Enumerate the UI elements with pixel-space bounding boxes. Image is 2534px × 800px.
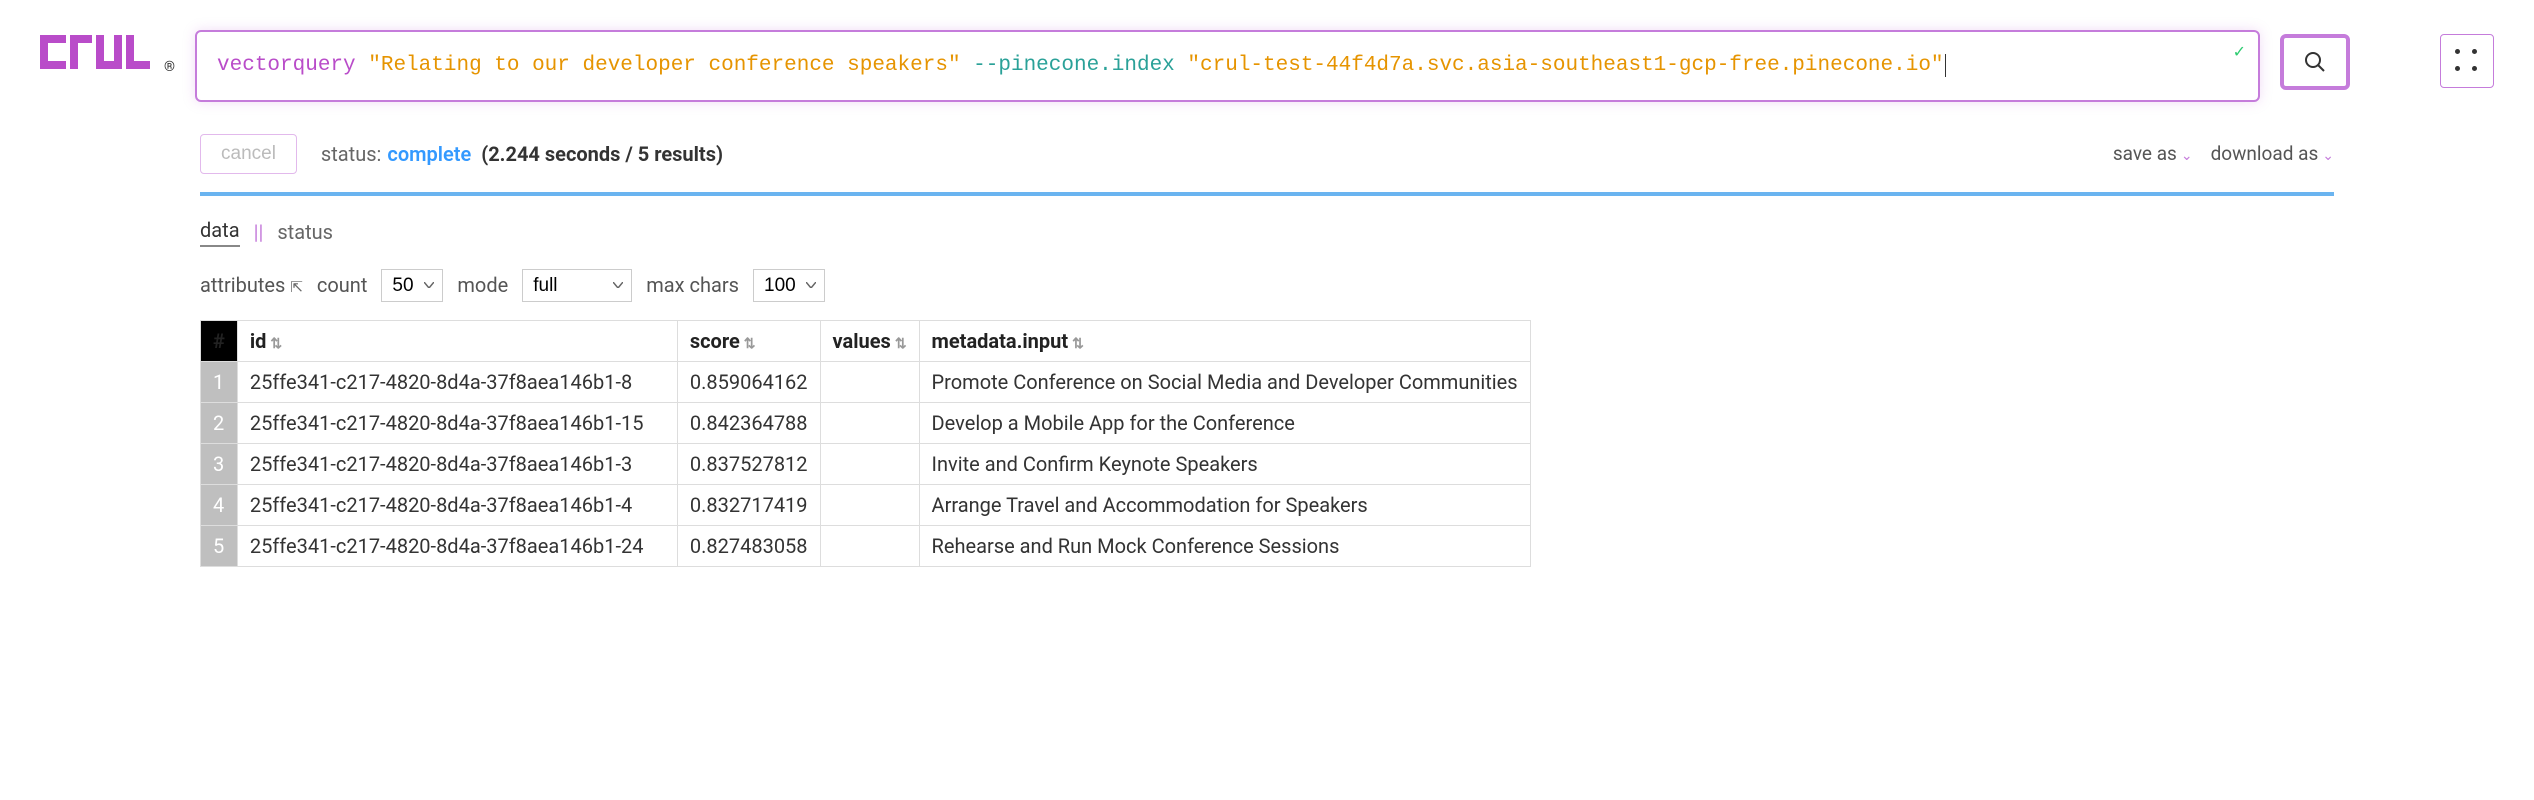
mode-select[interactable]: full: [522, 269, 632, 302]
search-icon: [2304, 51, 2326, 73]
cell-score: 0.837527812: [677, 443, 820, 484]
sort-icon: ⇅: [744, 336, 756, 352]
table-row[interactable]: 425ffe341-c217-4820-8d4a-37f8aea146b1-40…: [201, 484, 1531, 525]
chevron-down-icon: ⌄: [2322, 148, 2334, 164]
cell-score: 0.832717419: [677, 484, 820, 525]
col-score[interactable]: score⇅: [677, 320, 820, 361]
tab-separator: ||: [254, 220, 264, 244]
col-values[interactable]: values⇅: [820, 320, 919, 361]
cell-id: 25ffe341-c217-4820-8d4a-37f8aea146b1-24: [237, 525, 677, 566]
mode-label: mode: [457, 273, 508, 297]
search-button[interactable]: [2280, 34, 2350, 90]
status-value: complete: [387, 142, 471, 166]
col-id[interactable]: id⇅: [237, 320, 677, 361]
cell-id: 25ffe341-c217-4820-8d4a-37f8aea146b1-8: [237, 361, 677, 402]
count-select[interactable]: 50: [381, 269, 443, 302]
cell-rownum: 3: [201, 443, 238, 484]
logo[interactable]: ®: [40, 35, 175, 77]
cell-values: [820, 443, 919, 484]
attributes-button[interactable]: attributes ⇱: [200, 273, 303, 297]
cell-id: 25ffe341-c217-4820-8d4a-37f8aea146b1-4: [237, 484, 677, 525]
cell-id: 25ffe341-c217-4820-8d4a-37f8aea146b1-15: [237, 402, 677, 443]
table-row[interactable]: 125ffe341-c217-4820-8d4a-37f8aea146b1-80…: [201, 361, 1531, 402]
query-token-string: "Relating to our developer conference sp…: [368, 54, 960, 77]
col-metadata-input[interactable]: metadata.input⇅: [919, 320, 1530, 361]
tab-status[interactable]: status: [277, 220, 333, 244]
sort-icon: ⇅: [1072, 336, 1084, 352]
cell-rownum: 5: [201, 525, 238, 566]
status-meta: (2.244 seconds / 5 results): [481, 142, 723, 166]
status-label: status:: [321, 142, 381, 166]
cell-values: [820, 361, 919, 402]
registered-mark: ®: [164, 59, 175, 75]
cell-id: 25ffe341-c217-4820-8d4a-37f8aea146b1-3: [237, 443, 677, 484]
cell-metadata-input: Arrange Travel and Accommodation for Spe…: [919, 484, 1530, 525]
cancel-button[interactable]: cancel: [200, 134, 297, 174]
table-row[interactable]: 525ffe341-c217-4820-8d4a-37f8aea146b1-24…: [201, 525, 1531, 566]
cell-metadata-input: Rehearse and Run Mock Conference Session…: [919, 525, 1530, 566]
cell-score: 0.842364788: [677, 402, 820, 443]
progress-bar: [200, 192, 2334, 196]
table-row[interactable]: 225ffe341-c217-4820-8d4a-37f8aea146b1-15…: [201, 402, 1531, 443]
cell-metadata-input: Promote Conference on Social Media and D…: [919, 361, 1530, 402]
query-token-string: "crul-test-44f4d7a.svc.asia-southeast1-g…: [1187, 54, 1943, 77]
cell-rownum: 1: [201, 361, 238, 402]
cell-metadata-input: Develop a Mobile App for the Conference: [919, 402, 1530, 443]
cell-score: 0.859064162: [677, 361, 820, 402]
cell-metadata-input: Invite and Confirm Keynote Speakers: [919, 443, 1530, 484]
maxchars-label: max chars: [646, 273, 739, 297]
cell-score: 0.827483058: [677, 525, 820, 566]
tab-data[interactable]: data: [200, 218, 240, 247]
results-table: # id⇅ score⇅ values⇅ metadata.input⇅ 125…: [200, 320, 1531, 567]
cell-values: [820, 525, 919, 566]
cell-rownum: 2: [201, 402, 238, 443]
query-input[interactable]: vectorquery "Relating to our developer c…: [195, 30, 2260, 102]
menu-button[interactable]: [2440, 34, 2494, 88]
check-icon: ✓: [2233, 42, 2246, 61]
chevron-down-icon: ⌄: [2181, 148, 2193, 164]
expand-icon: ⇱: [290, 278, 303, 296]
save-as-button[interactable]: save as⌄: [2113, 142, 2193, 165]
query-token-flag: --pinecone.index: [973, 54, 1175, 77]
col-rownum[interactable]: #: [201, 320, 238, 361]
sort-icon: ⇅: [895, 336, 907, 352]
download-as-button[interactable]: download as⌄: [2211, 142, 2334, 165]
query-token-command: vectorquery: [217, 54, 356, 77]
maxchars-select[interactable]: 100: [753, 269, 825, 302]
sort-icon: ⇅: [270, 336, 282, 352]
table-row[interactable]: 325ffe341-c217-4820-8d4a-37f8aea146b1-30…: [201, 443, 1531, 484]
count-label: count: [317, 273, 368, 297]
text-cursor: [1945, 54, 1946, 77]
cell-values: [820, 402, 919, 443]
cell-values: [820, 484, 919, 525]
cell-rownum: 4: [201, 484, 238, 525]
